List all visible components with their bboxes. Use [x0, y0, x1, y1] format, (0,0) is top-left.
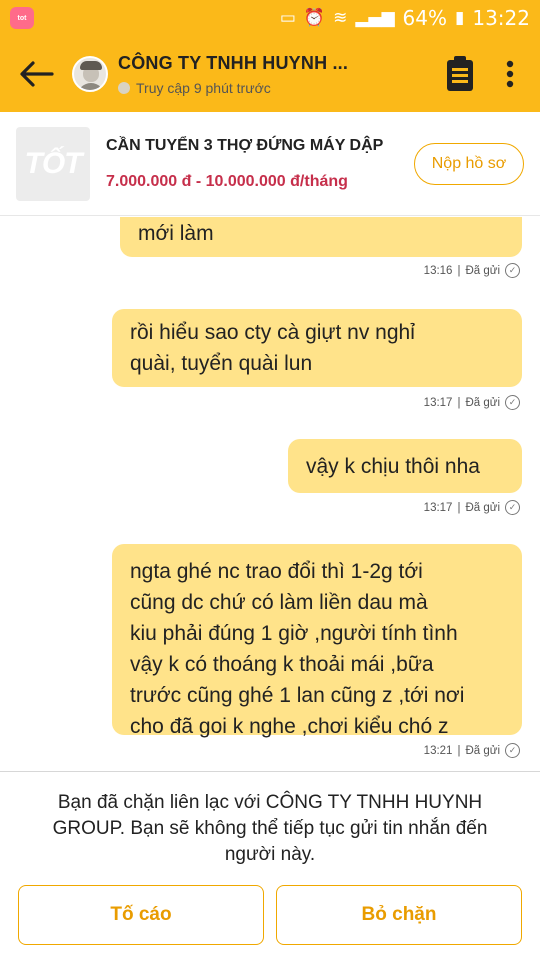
- message-line: kiu phải đúng 1 giờ ,người tính tình: [130, 622, 458, 645]
- message-time: 13:17: [423, 396, 453, 409]
- back-arrow-icon: [20, 61, 54, 87]
- blocked-line: người này.: [224, 844, 316, 865]
- message-bubble: ngta ghé nc trao đổi thì 1-2g tới cũng d…: [112, 544, 522, 738]
- message-status: Đã gửi: [465, 744, 500, 757]
- wifi-icon: ≋: [333, 8, 348, 28]
- sent-check-icon: ✓: [505, 263, 520, 278]
- message-meta: 13:17 | Đã gửi ✓: [424, 500, 520, 515]
- message-meta: 13:21 | Đã gửi ✓: [424, 743, 520, 758]
- blocked-message: Bạn đã chặn liên lạc với CÔNG TY TNHH HU…: [20, 790, 520, 868]
- message-line: ngta ghé nc trao đổi thì 1-2g tới: [130, 560, 423, 583]
- clipboard-icon: [447, 56, 473, 91]
- job-card[interactable]: TỐT CẦN TUYỂN 3 THỢ ĐỨNG MÁY DẬP 7.000.0…: [0, 112, 540, 216]
- message-meta: 13:16 | Đã gửi ✓: [424, 263, 520, 278]
- apply-button[interactable]: Nộp hồ sơ: [414, 142, 524, 185]
- back-button[interactable]: [0, 36, 72, 112]
- signal-icon: ▂▄▆: [355, 8, 395, 28]
- tot-logo: TỐT: [16, 126, 90, 201]
- report-button[interactable]: Tố cáo: [18, 885, 264, 945]
- message-line: quài, tuyển quài lun: [130, 352, 313, 375]
- chat-messages[interactable]: mới làm 13:16 | Đã gửi ✓ rồi hiểu sao cty …: [0, 217, 540, 771]
- chat-header: CÔNG TY TNHH HUYNH ... Truy cập 9 phút t…: [0, 36, 540, 112]
- message-time: 13:21: [423, 744, 453, 757]
- app-icon-label: tot: [17, 14, 27, 22]
- message-line: rồi hiểu sao cty cà giựt nv nghỉ: [130, 321, 415, 344]
- clipboard-button[interactable]: [434, 44, 486, 104]
- sent-check-icon: ✓: [505, 743, 520, 758]
- message-line: cho đã goi k nghe ,chơi kiểu chó z: [130, 715, 449, 738]
- app-notification-icon: tot: [10, 7, 34, 29]
- unblock-button[interactable]: Bỏ chặn: [276, 885, 522, 945]
- logo-text: TỐT: [24, 146, 83, 180]
- message-meta: 13:17 | Đã gửi ✓: [424, 395, 520, 410]
- clock: 13:22: [472, 6, 530, 30]
- header-text: CÔNG TY TNHH HUYNH ... Truy cập 9 phút t…: [118, 53, 434, 96]
- more-options-button[interactable]: [486, 44, 534, 104]
- cast-icon: ▭: [279, 8, 296, 28]
- avatar[interactable]: [72, 56, 108, 92]
- message-time: 13:16: [423, 264, 453, 277]
- company-name: CÔNG TY TNHH HUYNH ...: [118, 52, 349, 73]
- message-line: cũng dc chứ có làm liền dau mà: [130, 591, 428, 614]
- presence-text: Truy cập 9 phút trước: [136, 79, 271, 96]
- message-line: vậy k có thoáng k thoải mái ,bữa: [130, 653, 434, 676]
- message-bubble: mới làm: [120, 217, 522, 257]
- message-time: 13:17: [423, 501, 453, 514]
- message-bubble: vậy k chịu thôi nha: [288, 439, 522, 493]
- message-status: Đã gửi: [465, 501, 500, 514]
- message-line: vậy k chịu thôi nha: [306, 455, 480, 478]
- presence-status: Truy cập 9 phút trước: [118, 80, 434, 96]
- message-status: Đã gửi: [465, 396, 500, 409]
- battery-percent: 64%: [402, 6, 447, 30]
- blocked-notice-panel: Bạn đã chặn liên lạc với CÔNG TY TNHH HU…: [0, 771, 540, 960]
- battery-icon: ▮: [455, 8, 465, 28]
- message-bubble: rồi hiểu sao cty cà giựt nv nghỉ quài, t…: [112, 309, 522, 387]
- blocked-line: Bạn đã chặn liên lạc với CÔNG TY TNHH HU…: [57, 792, 483, 813]
- job-title: CẦN TUYỂN 3 THỢ ĐỨNG MÁY DẬP: [106, 136, 384, 154]
- presence-dot-icon: [118, 81, 130, 94]
- more-vertical-icon: [506, 60, 514, 88]
- alarm-icon: ⏰: [303, 8, 326, 28]
- message-status: Đã gửi: [465, 264, 500, 277]
- message-line: mới làm: [138, 222, 214, 245]
- job-info: CẦN TUYỂN 3 THỢ ĐỨNG MÁY DẬP 7.000.000 đ…: [106, 137, 414, 191]
- sent-check-icon: ✓: [505, 500, 520, 515]
- sent-check-icon: ✓: [505, 395, 520, 410]
- blocked-line: GROUP. Bạn sẽ không thể tiếp tục gửi tin…: [52, 818, 488, 839]
- message-line: trước cũng ghé 1 lan cũng z ,tới nơi: [130, 684, 465, 707]
- status-bar: tot ▭ ⏰ ≋ ▂▄▆ 64% ▮ 13:22: [0, 0, 540, 36]
- status-icons: ▭ ⏰ ≋ ▂▄▆ 64% ▮ 13:22: [280, 6, 530, 30]
- job-salary: 7.000.000 đ - 10.000.000 đ/tháng: [106, 172, 348, 190]
